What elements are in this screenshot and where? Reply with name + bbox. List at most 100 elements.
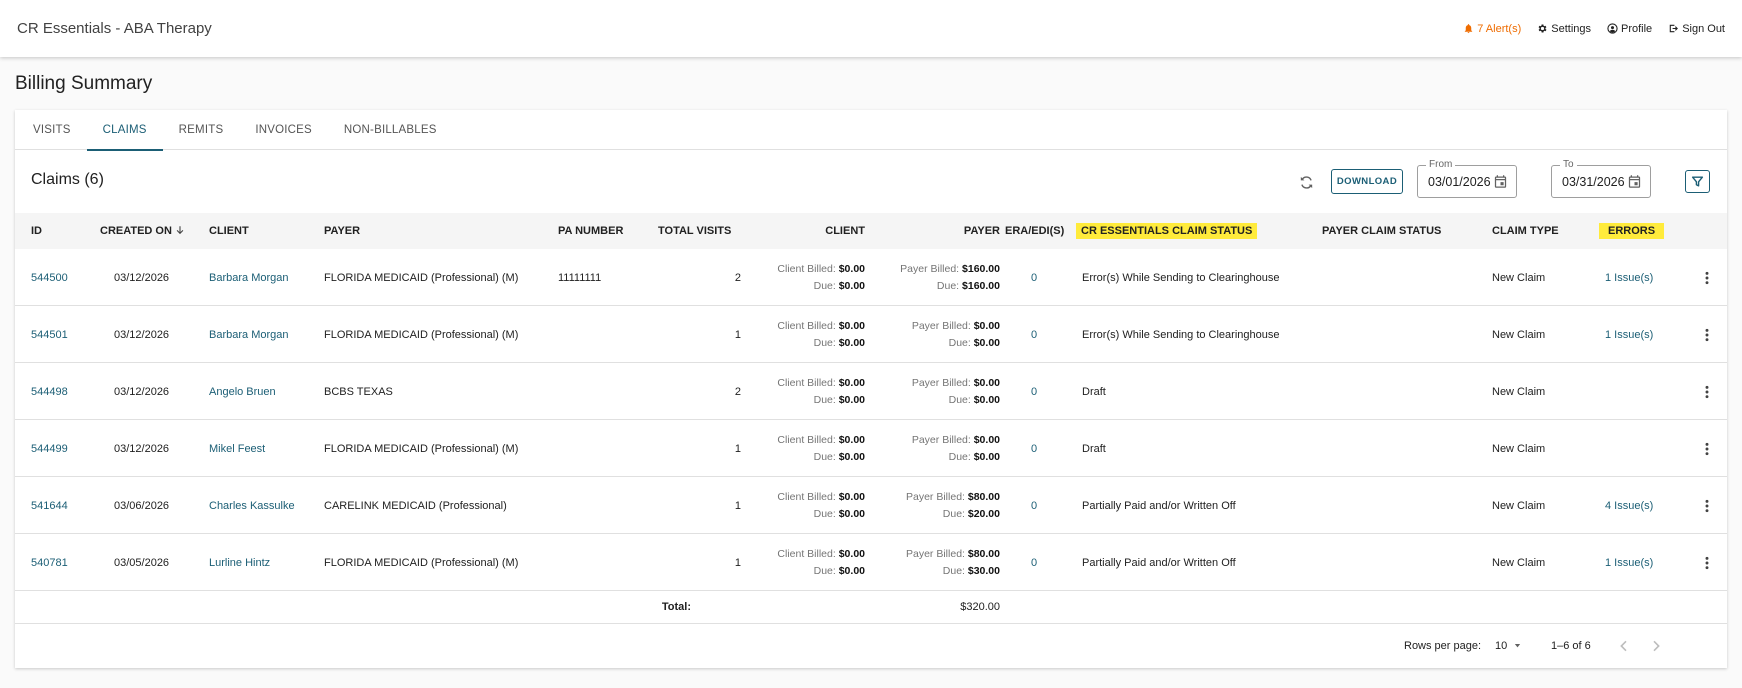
signout-label: Sign Out xyxy=(1682,22,1725,35)
payer-due-label: Due: xyxy=(942,565,965,577)
client-billed-value: $0.00 xyxy=(838,377,865,389)
client-due-value: $0.00 xyxy=(838,280,865,292)
col-errors[interactable]: ERRORS xyxy=(1599,213,1665,249)
client-link[interactable]: Mikel Feest xyxy=(209,420,265,477)
client-link[interactable]: Lurline Hintz xyxy=(209,534,270,591)
alerts-link[interactable]: 7 Alert(s) xyxy=(1463,23,1521,35)
more-vert-icon[interactable] xyxy=(1699,498,1715,514)
tab-invoices[interactable]: INVOICES xyxy=(239,110,328,150)
calendar-icon[interactable] xyxy=(1493,174,1508,189)
claim-id-link[interactable]: 540781 xyxy=(31,534,68,591)
col-payer-claim-status[interactable]: PAYER CLAIM STATUS xyxy=(1322,213,1441,249)
payer-name: FLORIDA MEDICAID (Professional) (M) xyxy=(324,442,519,455)
col-pa-number[interactable]: PA NUMBER xyxy=(558,213,623,249)
to-date-field[interactable]: To 03/31/2026 xyxy=(1551,159,1651,198)
payer-due: Due: $0.00 xyxy=(949,337,1000,349)
payer-billed-value: $0.00 xyxy=(973,377,1000,389)
claim-id-link[interactable]: 544500 xyxy=(31,249,68,306)
rows-per-page-value: 10 xyxy=(1495,639,1508,652)
chevron-right-icon[interactable] xyxy=(1648,638,1664,654)
table-row[interactable]: 540781 03/05/2026 Lurline Hintz FLORIDA MED… xyxy=(15,534,1727,591)
download-button[interactable]: DOWNLOAD xyxy=(1331,169,1403,194)
settings-link[interactable]: Settings xyxy=(1537,23,1591,35)
payer-due-label: Due: xyxy=(948,394,971,406)
col-client[interactable]: CLIENT xyxy=(209,213,249,249)
profile-link[interactable]: Profile xyxy=(1607,23,1652,35)
payer-due-value: $30.00 xyxy=(967,565,1000,577)
table-row[interactable]: 544500 03/12/2026 Barbara Morgan FLORIDA ME… xyxy=(15,249,1727,306)
era-edi-link[interactable]: 0 xyxy=(1031,249,1037,306)
profile-label: Profile xyxy=(1621,22,1653,35)
total-label: Total: xyxy=(661,601,691,613)
client-due-label: Due: xyxy=(813,565,836,577)
more-vert-icon[interactable] xyxy=(1699,384,1715,400)
more-vert-icon[interactable] xyxy=(1699,327,1715,343)
table-row[interactable]: 544501 03/12/2026 Barbara Morgan FLORIDA ME… xyxy=(15,306,1727,363)
payer-total: $320.00 xyxy=(960,601,1000,613)
client-due-value: $0.00 xyxy=(838,451,865,463)
table-row[interactable]: 544499 03/12/2026 Mikel Feest FLORIDA MEDIC… xyxy=(15,420,1727,477)
tab-claims[interactable]: CLAIMS xyxy=(86,110,163,151)
client-amounts: Client Billed: $0.00 Due: $0.00 xyxy=(777,420,865,477)
errors-link[interactable]: 1 Issue(s) xyxy=(1605,306,1653,363)
claim-id-link[interactable]: 544499 xyxy=(31,420,68,477)
col-total-visits[interactable]: TOTAL VISITS xyxy=(658,213,731,249)
era-edi-link[interactable]: 0 xyxy=(1031,534,1037,591)
errors-link[interactable]: 4 Issue(s) xyxy=(1605,477,1653,534)
errors-link[interactable]: 1 Issue(s) xyxy=(1605,534,1653,591)
cr-claim-status: Draft xyxy=(1082,385,1106,398)
tab-visits[interactable]: VISITS xyxy=(17,110,87,150)
col-client-amount[interactable]: CLIENT xyxy=(825,213,865,249)
billing-tabs: VISITS CLAIMS REMITS INVOICES NON-BILLAB… xyxy=(15,110,1727,151)
era-edi-link[interactable]: 0 xyxy=(1031,306,1037,363)
col-claim-type[interactable]: CLAIM TYPE xyxy=(1492,213,1559,249)
calendar-icon[interactable] xyxy=(1627,174,1642,189)
col-payer-amount[interactable]: PAYER xyxy=(964,213,1000,249)
payer-due-label: Due: xyxy=(948,337,971,349)
era-edi-link[interactable]: 0 xyxy=(1031,420,1037,477)
from-date-field[interactable]: From 03/01/2026 xyxy=(1417,159,1517,198)
client-amounts: Client Billed: $0.00 Due: $0.00 xyxy=(777,477,865,534)
era-edi-link[interactable]: 0 xyxy=(1031,363,1037,420)
col-created-on[interactable]: CREATED ON xyxy=(100,213,185,249)
table-row[interactable]: 541644 03/06/2026 Charles Kassulke CARELINK… xyxy=(15,477,1727,534)
client-due-label: Due: xyxy=(813,508,836,520)
tab-remits[interactable]: REMITS xyxy=(163,110,240,150)
client-link[interactable]: Charles Kassulke xyxy=(209,477,295,534)
claim-id-link[interactable]: 544501 xyxy=(31,306,68,363)
payer-billed: Payer Billed: $80.00 xyxy=(906,548,1000,560)
refresh-button[interactable] xyxy=(1295,171,1317,193)
col-id[interactable]: ID xyxy=(31,213,42,249)
errors-link[interactable]: 1 Issue(s) xyxy=(1605,249,1653,306)
more-vert-icon[interactable] xyxy=(1699,555,1715,571)
client-link[interactable]: Barbara Morgan xyxy=(209,249,289,306)
more-vert-icon[interactable] xyxy=(1699,441,1715,457)
client-due-value: $0.00 xyxy=(838,394,865,406)
signout-link[interactable]: Sign Out xyxy=(1668,23,1725,35)
payer-name: CARELINK MEDICAID (Professional) xyxy=(324,499,507,512)
rows-per-page-select[interactable]: 10 xyxy=(1495,624,1522,667)
client-link[interactable]: Angelo Bruen xyxy=(209,363,276,420)
table-row[interactable]: 544498 03/12/2026 Angelo Bruen BCBS TEXAS 2 C… xyxy=(15,363,1727,420)
chevron-left-icon[interactable] xyxy=(1616,638,1632,654)
payer-due-label: Due: xyxy=(948,451,971,463)
claim-type: New Claim xyxy=(1492,385,1546,398)
more-vert-icon[interactable] xyxy=(1699,270,1715,286)
col-era-edi[interactable]: ERA/EDI(S) xyxy=(1005,213,1064,249)
client-due-label: Due: xyxy=(813,451,836,463)
payer-due-value: $0.00 xyxy=(973,394,1000,406)
client-due-value: $0.00 xyxy=(838,565,865,577)
payer-due: Due: $0.00 xyxy=(949,394,1000,406)
filter-button[interactable] xyxy=(1685,170,1710,193)
claim-id-link[interactable]: 544498 xyxy=(31,363,68,420)
era-edi-link[interactable]: 0 xyxy=(1031,477,1037,534)
client-link[interactable]: Barbara Morgan xyxy=(209,306,289,363)
claim-id-link[interactable]: 541644 xyxy=(31,477,68,534)
billing-card: VISITS CLAIMS REMITS INVOICES NON-BILLAB… xyxy=(15,110,1727,668)
client-due: Due: $0.00 xyxy=(814,451,865,463)
col-cr-claim-status[interactable]: CR ESSENTIALS CLAIM STATUS xyxy=(1076,213,1258,249)
client-billed: Client Billed: $0.00 xyxy=(777,491,865,503)
col-payer[interactable]: PAYER xyxy=(324,213,360,249)
payer-billed: Payer Billed: $0.00 xyxy=(912,320,1000,332)
tab-non-billables[interactable]: NON-BILLABLES xyxy=(328,110,453,150)
